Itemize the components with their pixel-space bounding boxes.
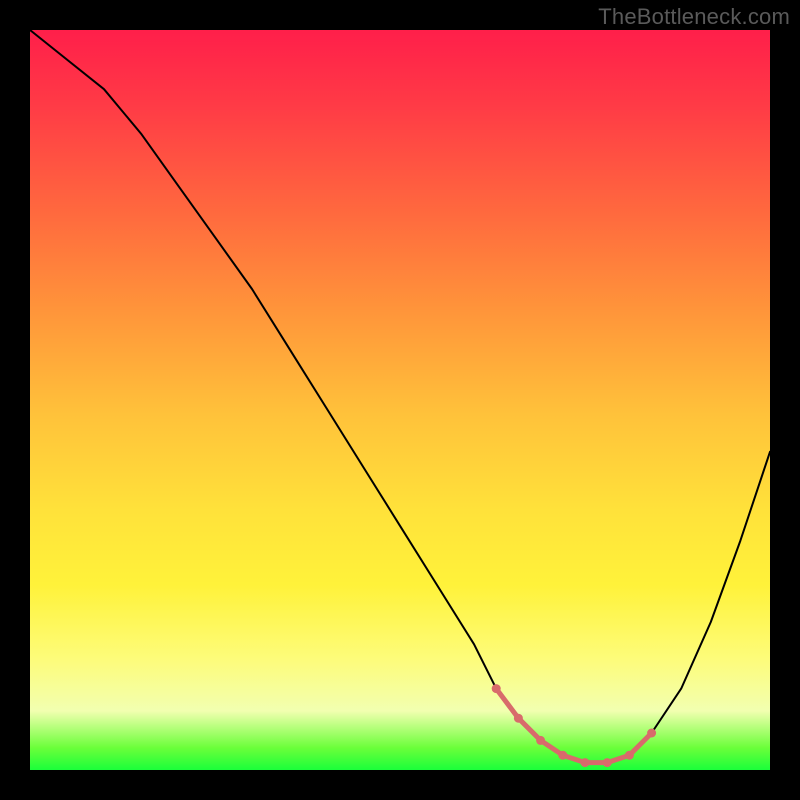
- optimal-range-dot: [536, 736, 545, 745]
- optimal-range-dot: [603, 758, 612, 767]
- optimal-range-dot: [514, 714, 523, 723]
- optimal-range-dot: [581, 758, 590, 767]
- bottleneck-curve: [30, 30, 770, 763]
- chart-frame: TheBottleneck.com: [0, 0, 800, 800]
- optimal-range-dot: [492, 684, 501, 693]
- optimal-range-dot: [647, 729, 656, 738]
- optimal-range-dots: [492, 684, 656, 767]
- optimal-range-dot: [558, 751, 567, 760]
- watermark-text: TheBottleneck.com: [598, 4, 790, 30]
- plot-gradient-area: [30, 30, 770, 770]
- chart-svg: [30, 30, 770, 770]
- optimal-range-dot: [625, 751, 634, 760]
